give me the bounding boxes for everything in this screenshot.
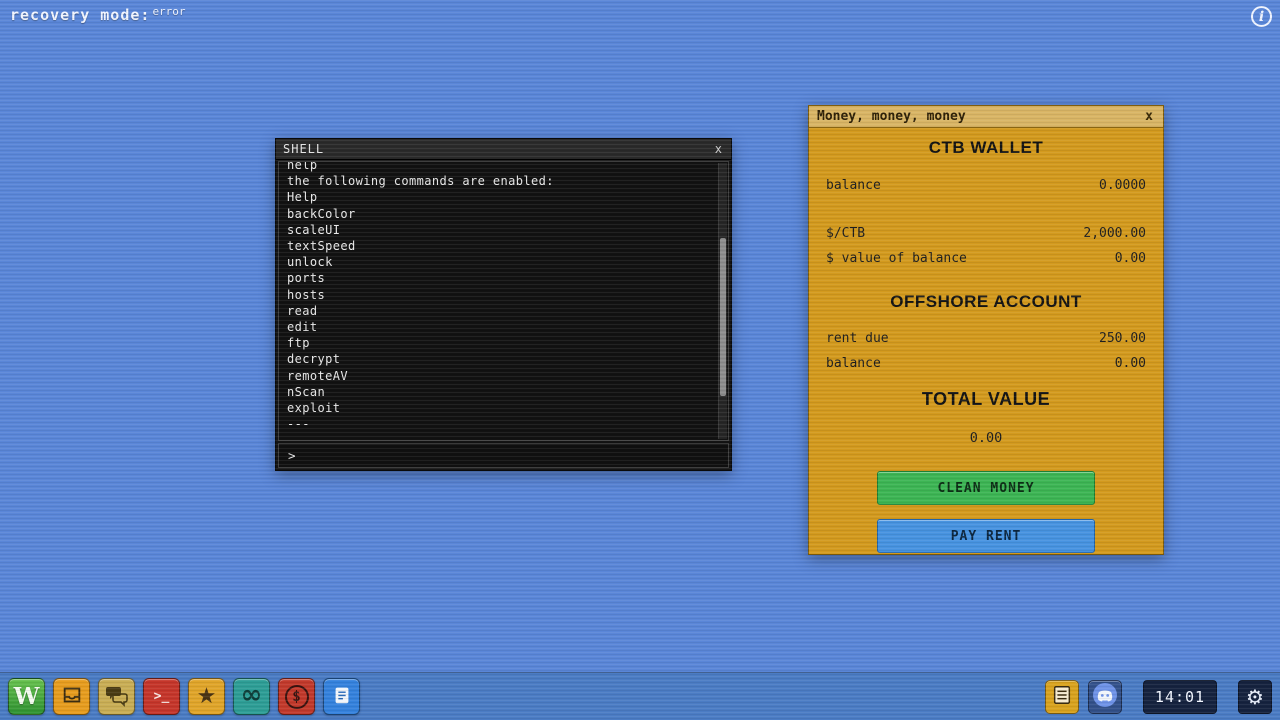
discord-icon [1091,681,1119,713]
browser-app-button[interactable]: ∞ [233,678,270,715]
offshore-account-heading: OFFSHORE ACCOUNT [890,292,1082,311]
money-window: Money, money, money x CTB WALLET balance… [808,105,1164,555]
shell-scrollbar-thumb[interactable] [720,238,726,396]
clock-time: 14:01 [1154,687,1206,706]
recovery-mode-status: error [152,5,186,18]
terminal-app-button[interactable]: >_ [143,678,180,715]
info-button[interactable]: i [1251,6,1272,27]
shell-input[interactable]: > [278,443,729,468]
money-app-button[interactable]: $ [278,678,315,715]
offshore-rent-row: rent due 250.00 [809,327,1163,350]
ctb-wallet-heading: CTB WALLET [928,138,1044,157]
shell-close-button[interactable]: x [713,142,724,156]
wallet-dollar-value-label: $ value of balance [826,251,967,266]
money-window-title: Money, money, money [817,109,966,124]
inbox-app-button[interactable] [53,678,90,715]
shell-body: help the following commands are enabled:… [278,161,729,468]
offshore-rent-value: 250.00 [1099,331,1146,346]
pay-rent-button[interactable]: PAY RENT [877,519,1095,553]
shell-output[interactable]: help the following commands are enabled:… [278,161,729,441]
writer-icon: W [13,683,40,710]
wallet-balance-label: balance [826,178,881,193]
shell-scrollbar[interactable] [718,163,727,439]
shell-output-text: help the following commands are enabled:… [287,161,554,432]
ledger-tray-button[interactable] [1045,679,1079,714]
offshore-balance-label: balance [826,356,881,371]
settings-tray-button[interactable]: ⚙ [1238,679,1272,714]
shell-titlebar[interactable]: SHELL x [276,139,731,160]
offshore-balance-value: 0.00 [1114,356,1146,371]
wallet-rate-label: $/CTB [826,226,866,241]
wallet-rate-value: 2,000.00 [1083,226,1146,241]
terminal-icon: >_ [153,689,170,704]
offshore-balance-row: balance 0.00 [809,352,1163,375]
money-titlebar[interactable]: Money, money, money x [809,106,1163,128]
top-status-bar: recovery mode: error i [0,0,1280,30]
wallet-balance-row: balance 0.0000 [809,174,1163,197]
total-value-heading: TOTAL VALUE [921,389,1051,409]
wallet-dollar-value-row: $ value of balance 0.00 [809,247,1163,270]
total-value: 0.00 [969,430,1003,446]
shell-window: SHELL x help the following commands are … [275,138,732,471]
chat-app-button[interactable] [98,678,135,715]
money-close-button[interactable]: x [1143,109,1155,124]
wallet-balance-value: 0.0000 [1099,178,1146,193]
recovery-mode-label: recovery mode: [10,6,151,24]
clean-money-button[interactable]: CLEAN MONEY [877,471,1095,505]
wallet-dollar-value-value: 0.00 [1114,251,1146,266]
shell-window-title: SHELL [283,142,325,156]
notes-app-button[interactable] [323,678,360,715]
wallet-rate-row: $/CTB 2,000.00 [809,222,1163,245]
discord-tray-button[interactable] [1088,679,1122,714]
clock: 14:01 [1143,679,1217,714]
shell-prompt: > [288,448,296,463]
inbox-icon [61,684,83,710]
info-icon: i [1258,8,1265,25]
offshore-rent-label: rent due [826,331,889,346]
gear-icon: ⚙ [1246,684,1264,709]
taskbar: W >_ ★ ∞ $ 14:01 ⚙ [0,672,1280,720]
star-icon: ★ [196,683,217,709]
list-icon [1051,684,1073,710]
chat-bubbles-icon [105,683,129,711]
writer-app-button[interactable]: W [8,678,45,715]
notes-icon [331,684,353,710]
infinity-icon: ∞ [240,680,263,710]
taskbar-apps: W >_ ★ ∞ $ [8,678,360,715]
missions-app-button[interactable]: ★ [188,678,225,715]
taskbar-tray: 14:01 ⚙ [1045,679,1272,714]
dollar-icon: $ [284,684,309,709]
